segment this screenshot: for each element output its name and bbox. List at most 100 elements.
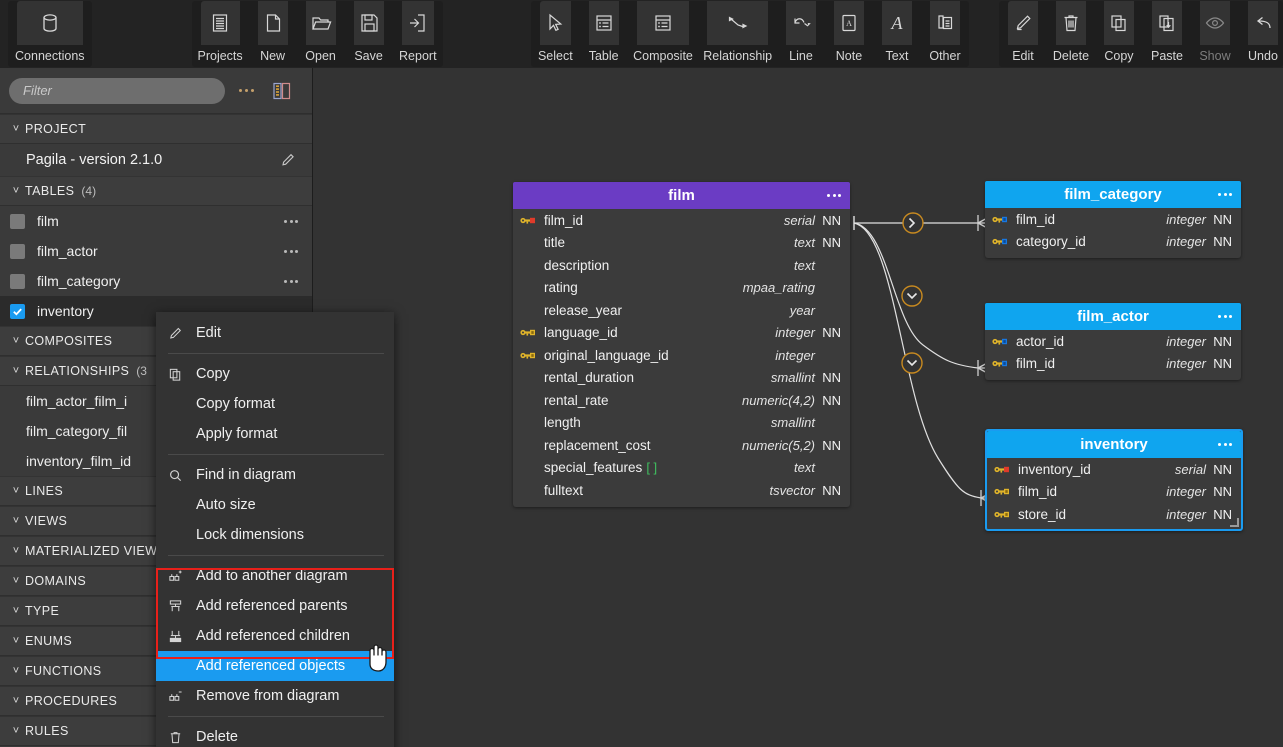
table-column[interactable]: language_id integer NN: [513, 322, 850, 345]
checkbox[interactable]: [10, 304, 25, 319]
table-overflow-menu-icon[interactable]: [1218, 315, 1232, 318]
menu-item-find-in-diagram[interactable]: Find in diagram: [156, 460, 394, 490]
table-column[interactable]: category_id integer NN: [985, 231, 1241, 254]
toolbar-button-relationship[interactable]: Relationship: [698, 1, 777, 67]
diagram-table-film[interactable]: film film_id serial NN title text NN des…: [513, 182, 850, 507]
toolbar-button-undo[interactable]: Undo: [1239, 1, 1283, 67]
menu-item-delete[interactable]: Delete: [156, 722, 394, 747]
tree-item-film[interactable]: film: [0, 206, 312, 236]
report-icon: [402, 1, 434, 45]
table-column[interactable]: film_id integer NN: [985, 208, 1241, 231]
table-header[interactable]: film: [513, 182, 850, 209]
table-column[interactable]: release_year year: [513, 299, 850, 322]
column-nullability: NN: [815, 370, 841, 385]
table-overflow-menu-icon[interactable]: [1218, 193, 1232, 196]
toolbar-button-open[interactable]: Open: [297, 1, 345, 67]
tree-item-film_actor[interactable]: film_actor: [0, 236, 312, 266]
diagram-table-film_category[interactable]: film_category film_id integer NN categor…: [985, 181, 1241, 258]
row-overflow-menu-icon[interactable]: [284, 250, 298, 253]
sidebar-overflow-menu-icon[interactable]: [229, 78, 263, 104]
checkbox[interactable]: [10, 214, 25, 229]
toolbar-button-show[interactable]: Show: [1191, 1, 1239, 67]
table-column[interactable]: original_language_id integer: [513, 344, 850, 367]
table-column[interactable]: replacement_cost numeric(5,2) NN: [513, 434, 850, 457]
table-overflow-menu-icon[interactable]: [1218, 443, 1232, 446]
checkbox[interactable]: [10, 274, 25, 289]
menu-item-remove-from-diagram[interactable]: Remove from diagram: [156, 681, 394, 711]
toolbar-button-delete[interactable]: Delete: [1047, 1, 1095, 67]
table-header[interactable]: film_actor: [985, 303, 1241, 330]
menu-item-add-referenced-children[interactable]: Add referenced children: [156, 621, 394, 651]
chevron-down-icon: ˅: [7, 365, 25, 377]
toolbar-button-connections[interactable]: Connections: [8, 1, 92, 67]
toolbar-button-report[interactable]: Report: [393, 1, 443, 67]
table-column[interactable]: actor_id integer NN: [985, 330, 1241, 353]
toolbar-button-paste[interactable]: Paste: [1143, 1, 1191, 67]
column-type: text: [794, 258, 815, 273]
menu-item-label: Add referenced children: [196, 628, 350, 644]
toolbar-button-note[interactable]: A Note: [825, 1, 873, 67]
toolbar-button-select[interactable]: Select: [531, 1, 580, 67]
table-title: inventory: [1080, 436, 1148, 453]
svg-text:A: A: [846, 19, 852, 28]
panel-layout-toggle-icon[interactable]: [267, 78, 297, 104]
toolbar-button-new[interactable]: New: [249, 1, 297, 67]
row-overflow-menu-icon[interactable]: [284, 220, 298, 223]
table-column[interactable]: special_features [ ] text: [513, 457, 850, 480]
resize-handle[interactable]: [1230, 518, 1239, 527]
toolbar-button-copy[interactable]: Copy: [1095, 1, 1143, 67]
table-column[interactable]: film_id serial NN: [513, 209, 850, 232]
table-header[interactable]: inventory: [987, 431, 1241, 458]
table-column[interactable]: rental_duration smallint NN: [513, 367, 850, 390]
diagram-table-film_actor[interactable]: film_actor actor_id integer NN film_id i…: [985, 303, 1241, 380]
toolbar-button-composite[interactable]: Composite: [628, 1, 699, 67]
toolbar-button-line[interactable]: Line: [777, 1, 825, 67]
diagram-canvas[interactable]: film film_id serial NN title text NN des…: [313, 68, 1283, 747]
table-column[interactable]: rental_rate numeric(4,2) NN: [513, 389, 850, 412]
primary-foreign-key-icon: [992, 336, 1010, 347]
pencil-icon[interactable]: [280, 152, 296, 168]
copy-icon: [1104, 1, 1134, 45]
menu-item-edit[interactable]: Edit: [156, 318, 394, 348]
table-column[interactable]: description text: [513, 254, 850, 277]
tree-item-film_category[interactable]: film_category: [0, 266, 312, 296]
toolbar-label: Table: [589, 45, 619, 67]
toolbar-button-save[interactable]: Save: [345, 1, 393, 67]
menu-item-add-to-another-diagram[interactable]: Add to another diagram: [156, 561, 394, 591]
toolbar-button-edit[interactable]: Edit: [999, 1, 1047, 67]
menu-item-add-referenced-objects[interactable]: Add referenced objects: [156, 651, 394, 681]
column-type: year: [790, 303, 815, 318]
toolbar-label: Note: [836, 45, 862, 67]
diagram-table-inventory[interactable]: inventory inventory_id serial NN film_id…: [985, 429, 1243, 531]
tree-group-tables[interactable]: ˅ TABLES (4): [0, 176, 312, 206]
menu-item-apply-format[interactable]: Apply format: [156, 419, 394, 449]
menu-item-copy-format[interactable]: Copy format: [156, 389, 394, 419]
toolbar-button-projects[interactable]: Projects: [192, 1, 249, 67]
checkbox[interactable]: [10, 244, 25, 259]
menu-item-copy[interactable]: Copy: [156, 359, 394, 389]
table-column[interactable]: film_id integer NN: [985, 353, 1241, 376]
column-name: rating: [544, 280, 578, 295]
menu-item-add-referenced-parents[interactable]: Add referenced parents: [156, 591, 394, 621]
table-column[interactable]: length smallint: [513, 412, 850, 435]
toolbar-button-table[interactable]: Table: [580, 1, 628, 67]
table-column[interactable]: title text NN: [513, 232, 850, 255]
table-column[interactable]: fulltext tsvector NN: [513, 479, 850, 502]
toolbar-button-other[interactable]: Other: [921, 1, 969, 67]
table-column[interactable]: store_id integer NN: [987, 503, 1241, 526]
search-input[interactable]: [9, 78, 225, 104]
menu-item-lock-dimensions[interactable]: Lock dimensions: [156, 520, 394, 550]
tree-item-project-name[interactable]: Pagila - version 2.1.0: [0, 144, 312, 176]
table-column[interactable]: film_id integer NN: [987, 481, 1241, 504]
table-header[interactable]: film_category: [985, 181, 1241, 208]
menu-item-auto-size[interactable]: Auto size: [156, 490, 394, 520]
foreign-key-icon: [520, 350, 538, 361]
row-overflow-menu-icon[interactable]: [284, 280, 298, 283]
tree-group-project[interactable]: ˅ PROJECT: [0, 114, 312, 144]
table-column[interactable]: inventory_id serial NN: [987, 458, 1241, 481]
column-nullability: NN: [815, 213, 841, 228]
table-column[interactable]: rating mpaa_rating: [513, 277, 850, 300]
table-overflow-menu-icon[interactable]: [827, 194, 841, 197]
column-nullability: NN: [1206, 462, 1232, 477]
toolbar-button-text[interactable]: A Text: [873, 1, 921, 67]
